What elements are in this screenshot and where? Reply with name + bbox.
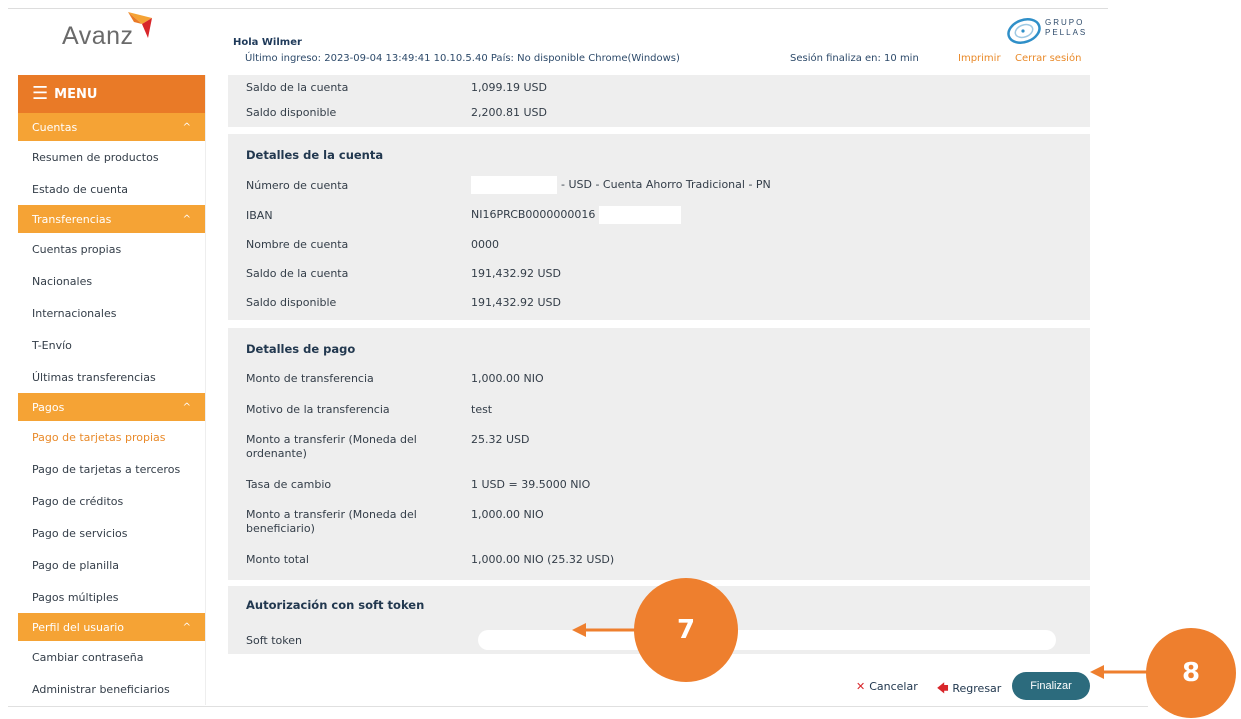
menu-header[interactable]: ☰ MENU <box>18 75 205 113</box>
section-perfil-usuario[interactable]: Perfil del usuario ^ <box>18 613 205 641</box>
section-pagos[interactable]: Pagos ^ <box>18 393 205 421</box>
redacted-block <box>599 206 682 224</box>
grupo-pellas-name: GRUPO PELLAS <box>1045 18 1088 37</box>
row-label: Número de cuenta <box>246 179 349 192</box>
sidebar-item-cambiar-contrasena[interactable]: Cambiar contraseña <box>18 641 205 673</box>
avanz-logo[interactable]: Avanz <box>62 12 172 52</box>
row-value: 1,000.00 NIO <box>471 508 544 521</box>
origin-account-panel: Saldo de la cuenta 1,099.19 USD Saldo di… <box>228 75 1090 127</box>
close-icon: ✕ <box>856 680 866 693</box>
row-label: Saldo disponible <box>246 106 337 119</box>
arrow-left-icon: 🡄 <box>937 682 949 695</box>
sidebar-item-pago-tarjetas-terceros[interactable]: Pago de tarjetas a terceros <box>18 453 205 485</box>
grupo-pellas-logo: GRUPO PELLAS <box>1005 14 1095 50</box>
sidebar-item-estado-cuenta[interactable]: Estado de cuenta <box>18 173 205 205</box>
sidebar-item-ultimas-transferencias[interactable]: Últimas transferencias <box>18 361 205 393</box>
step-8-callout: 8 <box>1146 628 1236 718</box>
sidebar-item-pago-tarjetas-propias[interactable]: Pago de tarjetas propias <box>18 421 205 453</box>
finish-button[interactable]: Finalizar <box>1012 672 1090 700</box>
sidebar-item-pago-servicios[interactable]: Pago de servicios <box>18 517 205 549</box>
section-label: Cuentas <box>32 120 78 134</box>
avanz-mark-icon <box>128 12 152 38</box>
sidebar-menu: ☰ MENU Cuentas ^ Resumen de productos Es… <box>18 75 206 705</box>
row-value: 1,099.19 USD <box>471 81 547 94</box>
header-divider <box>8 8 1108 9</box>
account-details-panel: Detalles de la cuenta Número de cuenta -… <box>228 134 1090 320</box>
section-title: Autorización con soft token <box>246 598 425 612</box>
chevron-up-icon: ^ <box>182 401 191 413</box>
row-label: Monto total <box>246 553 309 566</box>
back-button[interactable]: 🡄 Regresar <box>937 680 1001 699</box>
cancel-label: Cancelar <box>869 680 918 693</box>
account-number-value: - USD - Cuenta Ahorro Tradicional - PN <box>471 176 771 194</box>
sidebar-item-cuentas-propias[interactable]: Cuentas propias <box>18 233 205 265</box>
row-value: 191,432.92 USD <box>471 267 561 280</box>
iban-text: NI16PRCB0000000016 <box>471 208 596 221</box>
row-value: 1,000.00 NIO <box>471 372 544 385</box>
section-label: Perfil del usuario <box>32 620 125 634</box>
row-value: 1 USD = 39.5000 NIO <box>471 478 591 491</box>
sidebar-item-nacionales[interactable]: Nacionales <box>18 265 205 297</box>
row-value: test <box>471 403 493 416</box>
section-title: Detalles de pago <box>246 342 356 356</box>
row-label: Monto a transferir (Moneda del beneficia… <box>246 508 417 535</box>
footer-divider <box>8 706 1148 707</box>
row-label: Saldo disponible <box>246 296 337 309</box>
soft-token-label: Soft token <box>246 634 302 647</box>
last-login-info: Último ingreso: 2023-09-04 13:49:41 10.1… <box>245 53 680 64</box>
app-root: Avanz Hola Wilmer Último ingreso: 2023-0… <box>0 0 1241 719</box>
menu-label: MENU <box>54 86 98 102</box>
section-title: Detalles de la cuenta <box>246 148 384 162</box>
row-value: 25.32 USD <box>471 433 530 446</box>
hamburger-icon: ☰ <box>32 83 49 104</box>
grupo-pellas-mark-icon <box>1007 18 1041 44</box>
iban-value: NI16PRCB0000000016 <box>471 206 682 224</box>
section-transferencias[interactable]: Transferencias ^ <box>18 205 205 233</box>
row-value: 0000 <box>471 238 499 251</box>
chevron-up-icon: ^ <box>182 121 191 133</box>
logout-link[interactable]: Cerrar sesión <box>1015 53 1081 64</box>
sidebar-item-pagos-multiples[interactable]: Pagos múltiples <box>18 581 205 613</box>
print-link[interactable]: Imprimir <box>958 53 1001 64</box>
sidebar-item-pago-planilla[interactable]: Pago de planilla <box>18 549 205 581</box>
row-label: Monto de transferencia <box>246 372 374 385</box>
sidebar-item-resumen-productos[interactable]: Resumen de productos <box>18 141 205 173</box>
payment-details-panel: Detalles de pago Monto de transferencia … <box>228 328 1090 580</box>
row-label: Saldo de la cuenta <box>246 81 349 94</box>
sidebar-item-internacionales[interactable]: Internacionales <box>18 297 205 329</box>
row-label: Monto a transferir (Moneda del ordenante… <box>246 433 417 460</box>
sidebar-item-pago-creditos[interactable]: Pago de créditos <box>18 485 205 517</box>
section-label: Transferencias <box>32 212 112 226</box>
row-value: 2,200.81 USD <box>471 106 547 119</box>
session-timer: Sesión finaliza en: 10 min <box>790 53 919 64</box>
row-label: Saldo de la cuenta <box>246 267 349 280</box>
chevron-up-icon: ^ <box>182 213 191 225</box>
row-label: Motivo de la transferencia <box>246 403 390 416</box>
row-label: Nombre de cuenta <box>246 238 349 251</box>
step-7-callout: 7 <box>634 578 738 682</box>
sidebar-item-t-envio[interactable]: T-Envío <box>18 329 205 361</box>
arrow-to-finish-icon <box>1090 665 1148 679</box>
section-label: Pagos <box>32 400 65 414</box>
chevron-up-icon: ^ <box>182 621 191 633</box>
row-label: Tasa de cambio <box>246 478 332 491</box>
soft-token-input[interactable] <box>478 630 1056 650</box>
account-type-text: - USD - Cuenta Ahorro Tradicional - PN <box>561 178 771 191</box>
sidebar-item-administrar-beneficiarios[interactable]: Administrar beneficiarios <box>18 673 205 705</box>
back-label: Regresar <box>952 682 1002 695</box>
user-greeting: Hola Wilmer <box>233 37 302 48</box>
row-value: 191,432.92 USD <box>471 296 561 309</box>
cancel-button[interactable]: ✕ Cancelar <box>856 680 918 693</box>
row-value: 1,000.00 NIO (25.32 USD) <box>471 553 615 566</box>
section-cuentas[interactable]: Cuentas ^ <box>18 113 205 141</box>
row-label: IBAN <box>246 209 273 222</box>
redacted-block <box>471 176 557 194</box>
